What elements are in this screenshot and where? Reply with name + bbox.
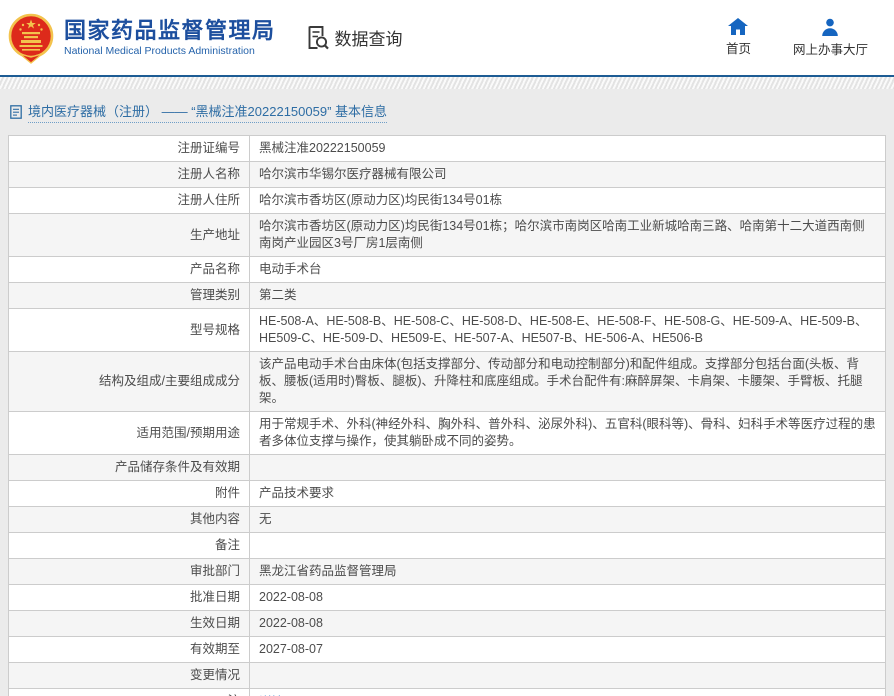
row-label: 有效期至 [189, 642, 240, 656]
row-label: 附件 [214, 486, 240, 500]
site-header: 国家药品监督管理局 National Medical Products Admi… [0, 0, 894, 75]
row-value-cell: 电动手术台 [249, 256, 886, 283]
row-label: 结构及组成/主要组成成分 [99, 374, 240, 388]
row-value-cell [249, 454, 886, 481]
device-info-table: 注册证编号 黑械注准20222150059 注册人名称 哈尔滨市华锡尔医疗器械有… [8, 135, 886, 696]
row-label: 适用范围/预期用途 [136, 425, 240, 440]
row-value-cell: 哈尔滨市香坊区(原动力区)均民街134号01栋 [249, 187, 886, 214]
row-value-cell: HE-508-A、HE-508-B、HE-508-C、HE-508-D、HE-5… [249, 308, 886, 352]
row-label: 注册人住所 [177, 193, 240, 207]
table-row: 变更情况 [8, 662, 886, 689]
table-row: 审批部门 黑龙江省药品监督管理局 [8, 558, 886, 585]
table-row: 管理类别 第二类 [8, 282, 886, 309]
nav-service-hall[interactable]: 网上办事大厅 [793, 18, 868, 58]
row-label-cell: 生产地址 [8, 213, 250, 257]
table-row: 其他内容 无 [8, 506, 886, 533]
row-label: 注册证编号 [177, 141, 240, 155]
row-value-cell [249, 532, 886, 559]
row-label-cell: 注册证编号 [8, 135, 250, 162]
table-row: 注册人名称 哈尔滨市华锡尔医疗器械有限公司 [8, 161, 886, 188]
content-area: 境内医疗器械（注册） —— “黑械注准20222150059” 基本信息 注册证… [0, 89, 894, 696]
nav-service-hall-label: 网上办事大厅 [792, 42, 868, 57]
table-row: 生效日期 2022-08-08 [8, 610, 886, 637]
brand-text: 国家药品监督管理局 National Medical Products Admi… [64, 18, 276, 57]
row-label-cell: 注册人住所 [8, 187, 250, 214]
hatch-band [0, 77, 894, 89]
row-value-cell: 无 [249, 506, 886, 533]
row-value-cell: 第二类 [249, 282, 886, 309]
row-label-cell: 产品名称 [8, 256, 250, 283]
doc-search-icon [308, 26, 329, 50]
row-label: 管理类别 [189, 288, 240, 302]
row-label-cell: 变更情况 [8, 662, 250, 689]
row-label-cell: 附件 [8, 480, 250, 507]
table-row: 附件 产品技术要求 [8, 480, 886, 507]
row-value-cell: 产品技术要求 [249, 480, 886, 507]
table-row: 生产地址 哈尔滨市香坊区(原动力区)均民街134号01栋；哈尔滨市南岗区哈南工业… [8, 213, 886, 257]
nmpa-emblem-logo [8, 13, 54, 64]
row-value-cell: 2027-08-07 [249, 636, 886, 663]
row-label-cell: 审批部门 [8, 558, 250, 585]
top-nav: 首页 网上办事大厅 [725, 17, 868, 58]
table-row: 适用范围/预期用途 用于常规手术、外科(神经外科、胸外科、普外科、泌尿外科)、五… [8, 411, 886, 455]
brand[interactable]: 国家药品监督管理局 National Medical Products Admi… [8, 12, 276, 64]
site-title: 国家药品监督管理局 [64, 18, 276, 43]
row-label-cell: 备注 [8, 532, 250, 559]
row-label-cell: 产品储存条件及有效期 [8, 454, 250, 481]
data-query-label: 数据查询 [334, 30, 403, 49]
row-label: 变更情况 [189, 668, 240, 682]
data-query-section: 数据查询 [306, 25, 403, 50]
row-label: 产品名称 [189, 262, 240, 276]
site-subtitle: National Medical Products Administration [64, 45, 255, 57]
table-row: 产品储存条件及有效期 [8, 454, 886, 481]
row-label-cell: 型号规格 [8, 308, 250, 352]
row-label-cell: 有效期至 [8, 636, 250, 663]
row-label: 生效日期 [189, 616, 240, 630]
row-label-cell: 生效日期 [8, 610, 250, 637]
row-label: 备注 [214, 538, 240, 552]
row-label-cell: 其他内容 [8, 506, 250, 533]
row-label-cell: 注册人名称 [8, 161, 250, 188]
row-value-cell: 哈尔滨市华锡尔医疗器械有限公司 [249, 161, 886, 188]
info-table-body: 注册证编号 黑械注准20222150059 注册人名称 哈尔滨市华锡尔医疗器械有… [8, 135, 886, 696]
table-row: 注册证编号 黑械注准20222150059 [8, 135, 886, 162]
row-label-cell: 适用范围/预期用途 [8, 411, 250, 455]
nav-home[interactable]: 首页 [725, 17, 751, 58]
row-value-cell [249, 662, 886, 689]
table-row: ●注 详情 [8, 688, 886, 696]
table-row: 产品名称 电动手术台 [8, 256, 886, 283]
user-icon [822, 18, 839, 36]
table-row: 有效期至 2027-08-07 [8, 636, 886, 663]
breadcrumb: 境内医疗器械（注册） —— “黑械注准20222150059” 基本信息 [10, 101, 886, 123]
nav-home-label: 首页 [725, 41, 751, 56]
row-label-cell: 管理类别 [8, 282, 250, 309]
table-row: 备注 [8, 532, 886, 559]
row-label: 产品储存条件及有效期 [114, 460, 240, 474]
breadcrumb-text: 境内医疗器械（注册） —— “黑械注准20222150059” 基本信息 [28, 101, 388, 123]
row-value-cell: 2022-08-08 [249, 584, 886, 611]
row-value-cell: 详情 [249, 688, 886, 696]
row-value-cell: 哈尔滨市香坊区(原动力区)均民街134号01栋；哈尔滨市南岗区哈南工业新城哈南三… [249, 213, 886, 257]
home-icon [728, 17, 749, 35]
row-value-cell: 该产品电动手术台由床体(包括支撑部分、传动部分和电动控制部分)和配件组成。支撑部… [249, 351, 886, 412]
row-value-cell: 用于常规手术、外科(神经外科、胸外科、普外科、泌尿外科)、五官科(眼科等)、骨科… [249, 411, 886, 455]
row-label: 其他内容 [189, 512, 240, 526]
table-row: 注册人住所 哈尔滨市香坊区(原动力区)均民街134号01栋 [8, 187, 886, 214]
table-row: 结构及组成/主要组成成分 该产品电动手术台由床体(包括支撑部分、传动部分和电动控… [8, 351, 886, 412]
row-value-cell: 2022-08-08 [249, 610, 886, 637]
row-label: 审批部门 [189, 564, 240, 578]
row-label: 型号规格 [189, 322, 240, 337]
row-value-cell: 黑械注准20222150059 [249, 135, 886, 162]
row-label: 生产地址 [189, 227, 240, 242]
row-value-cell: 黑龙江省药品监督管理局 [249, 558, 886, 585]
row-label-cell: 批准日期 [8, 584, 250, 611]
row-label-cell: ●注 [8, 688, 250, 696]
row-label: 批准日期 [189, 590, 240, 604]
document-icon [10, 105, 22, 119]
table-row: 批准日期 2022-08-08 [8, 584, 886, 611]
table-row: 型号规格 HE-508-A、HE-508-B、HE-508-C、HE-508-D… [8, 308, 886, 352]
row-label: 注册人名称 [177, 167, 240, 181]
row-label-cell: 结构及组成/主要组成成分 [8, 351, 250, 412]
